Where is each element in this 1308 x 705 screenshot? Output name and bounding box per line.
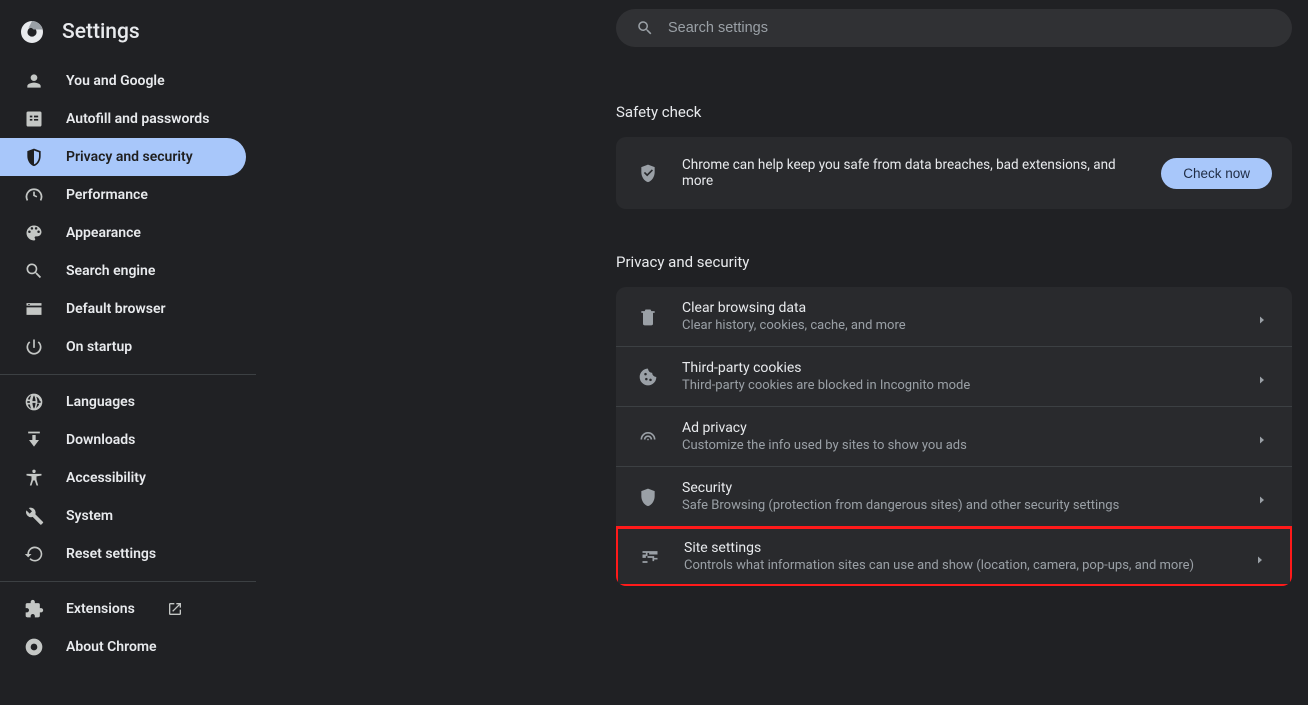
row-clear-browsing-data[interactable]: Clear browsing data Clear history, cooki… [616, 287, 1292, 347]
row-text: Site settings Controls what information … [684, 540, 1230, 573]
row-sub: Controls what information sites can use … [684, 558, 1230, 573]
divider [0, 581, 256, 582]
person-icon [24, 71, 44, 91]
sidebar-item-on-startup[interactable]: On startup [0, 328, 256, 366]
sidebar-item-label: Reset settings [66, 546, 156, 562]
row-sub: Third-party cookies are blocked in Incog… [682, 378, 1232, 393]
row-third-party-cookies[interactable]: Third-party cookies Third-party cookies … [616, 347, 1292, 407]
sidebar-item-extensions[interactable]: Extensions [0, 590, 256, 628]
chevron-right-icon [1256, 371, 1268, 383]
wrench-icon [24, 506, 44, 526]
divider [0, 374, 256, 375]
shield-icon [24, 147, 44, 167]
row-title: Site settings [684, 540, 1230, 556]
row-title: Ad privacy [682, 420, 1232, 436]
row-site-settings[interactable]: Site settings Controls what information … [616, 526, 1292, 586]
security-icon [638, 487, 658, 507]
sidebar-item-label: Performance [66, 187, 148, 203]
content-area: Safety check Chrome can help keep you sa… [616, 47, 1292, 586]
sidebar-item-autofill[interactable]: Autofill and passwords [0, 100, 256, 138]
sidebar-item-label: System [66, 508, 113, 524]
sidebar-item-label: Search engine [66, 263, 155, 279]
row-sub: Clear history, cookies, cache, and more [682, 318, 1232, 333]
chevron-right-icon [1256, 311, 1268, 323]
row-title: Third-party cookies [682, 360, 1232, 376]
reset-icon [24, 544, 44, 564]
row-title: Clear browsing data [682, 300, 1232, 316]
shield-check-icon [638, 163, 658, 183]
sidebar-item-you-and-google[interactable]: You and Google [0, 62, 256, 100]
row-ad-privacy[interactable]: Ad privacy Customize the info used by si… [616, 407, 1292, 467]
sidebar-item-label: Downloads [66, 432, 135, 448]
row-title: Security [682, 480, 1232, 496]
search-bar[interactable] [616, 9, 1292, 47]
app-title: Settings [62, 20, 140, 44]
sidebar-item-label: Privacy and security [66, 149, 193, 165]
chevron-right-icon [1256, 491, 1268, 503]
trash-icon [638, 307, 658, 327]
sidebar-item-downloads[interactable]: Downloads [0, 421, 256, 459]
tune-icon [640, 547, 660, 567]
row-sub: Customize the info used by sites to show… [682, 438, 1232, 453]
sidebar-item-label: Accessibility [66, 470, 146, 486]
sidebar-item-label: Languages [66, 394, 135, 410]
sidebar-item-label: On startup [66, 339, 132, 355]
search-icon [24, 261, 44, 281]
palette-icon [24, 223, 44, 243]
search-bar-container [256, 0, 1308, 47]
safety-check-text: Chrome can help keep you safe from data … [682, 157, 1137, 189]
sidebar-item-system[interactable]: System [0, 497, 256, 535]
sidebar-item-label: Appearance [66, 225, 141, 241]
ad-icon [638, 427, 658, 447]
row-sub: Safe Browsing (protection from dangerous… [682, 498, 1232, 513]
row-text: Clear browsing data Clear history, cooki… [682, 300, 1232, 333]
sidebar-item-reset[interactable]: Reset settings [0, 535, 256, 573]
sidebar-item-accessibility[interactable]: Accessibility [0, 459, 256, 497]
autofill-icon [24, 109, 44, 129]
sidebar-item-label: You and Google [66, 73, 165, 89]
sidebar-item-default-browser[interactable]: Default browser [0, 290, 256, 328]
browser-icon [24, 299, 44, 319]
extension-icon [24, 599, 44, 619]
sidebar-item-label: About Chrome [66, 639, 157, 655]
external-link-icon [167, 601, 183, 617]
row-text: Security Safe Browsing (protection from … [682, 480, 1232, 513]
sidebar-item-label: Autofill and passwords [66, 111, 209, 127]
speedometer-icon [24, 185, 44, 205]
chrome-icon [24, 637, 44, 657]
row-security[interactable]: Security Safe Browsing (protection from … [616, 467, 1292, 527]
sidebar-item-label: Extensions [66, 601, 135, 617]
search-input[interactable] [668, 20, 1272, 36]
power-icon [24, 337, 44, 357]
sidebar-item-privacy-security[interactable]: Privacy and security [0, 138, 246, 176]
chevron-right-icon [1256, 431, 1268, 443]
globe-icon [24, 392, 44, 412]
accessibility-icon [24, 468, 44, 488]
search-icon [636, 19, 654, 37]
sidebar: Settings You and Google Autofill and pas… [0, 0, 256, 705]
sidebar-item-performance[interactable]: Performance [0, 176, 256, 214]
safety-check-card: Chrome can help keep you safe from data … [616, 137, 1292, 209]
check-now-button[interactable]: Check now [1161, 158, 1272, 189]
download-icon [24, 430, 44, 450]
app-header: Settings [0, 12, 256, 62]
privacy-list: Clear browsing data Clear history, cooki… [616, 287, 1292, 586]
chevron-right-icon [1254, 551, 1266, 563]
privacy-heading: Privacy and security [616, 253, 1292, 271]
row-text: Third-party cookies Third-party cookies … [682, 360, 1232, 393]
sidebar-item-search-engine[interactable]: Search engine [0, 252, 256, 290]
sidebar-item-about-chrome[interactable]: About Chrome [0, 628, 256, 666]
cookie-icon [638, 367, 658, 387]
sidebar-item-label: Default browser [66, 301, 166, 317]
sidebar-item-appearance[interactable]: Appearance [0, 214, 256, 252]
chrome-logo-icon [20, 20, 44, 44]
main-area: Safety check Chrome can help keep you sa… [256, 0, 1308, 705]
safety-check-heading: Safety check [616, 103, 1292, 121]
row-text: Ad privacy Customize the info used by si… [682, 420, 1232, 453]
sidebar-item-languages[interactable]: Languages [0, 383, 256, 421]
